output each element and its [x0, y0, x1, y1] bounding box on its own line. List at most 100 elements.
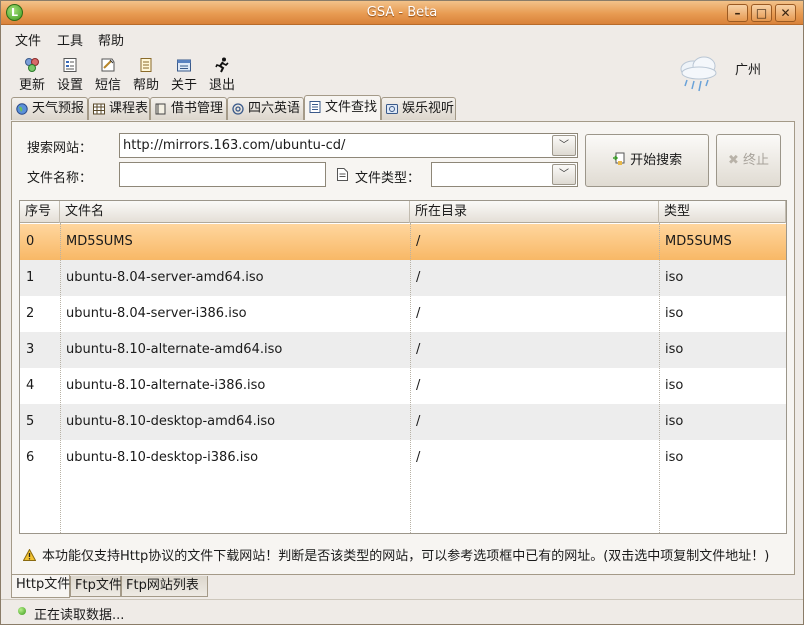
table-row[interactable]: 5 ubuntu-8.10-desktop-amd64.iso / iso: [20, 404, 786, 440]
city-name: 广州: [735, 63, 762, 78]
cell-type: iso: [665, 306, 684, 321]
update-button[interactable]: 更新: [14, 57, 50, 97]
tab-schedule[interactable]: 课程表: [88, 97, 150, 120]
cell-filename: ubuntu-8.10-desktop-amd64.iso: [66, 414, 276, 429]
settings-icon: [63, 58, 77, 72]
type-label: 文件类型：: [355, 171, 421, 186]
cell-filename: ubuntu-8.10-alternate-i386.iso: [66, 378, 266, 393]
tab-file-search[interactable]: 文件查找: [304, 95, 381, 120]
warning-icon: [23, 549, 36, 561]
document-list-icon: [309, 101, 321, 113]
cell-index: 6: [26, 450, 35, 465]
header-directory[interactable]: 所在目录: [410, 201, 659, 223]
tab-ftp-files[interactable]: Ftp文件: [70, 576, 122, 597]
tab-http-files[interactable]: Http文件: [11, 575, 70, 598]
stop-x-icon: ✖: [727, 153, 739, 168]
table-header: 序号 文件名 所在目录 类型: [20, 201, 786, 223]
menu-tools[interactable]: 工具: [57, 30, 83, 49]
cell-filename: MD5SUMS: [66, 234, 133, 249]
rain-cloud-icon: [680, 56, 717, 92]
cell-directory: /: [416, 270, 421, 285]
notice-text: 本功能仅支持Http协议的文件下载网站！判断是否该类型的网站，可以参考选项框中已…: [42, 549, 770, 564]
tab-cet-label: 四六英语: [248, 101, 301, 116]
stop-label: 终止: [743, 153, 770, 168]
cell-index: 5: [26, 414, 35, 429]
name-label: 文件名称：: [27, 171, 93, 186]
maximize-button[interactable]: □: [751, 4, 772, 22]
sms-icon: [101, 58, 115, 72]
cell-directory: /: [416, 450, 421, 465]
cell-directory: /: [416, 306, 421, 321]
at-icon: [232, 103, 244, 115]
table-row[interactable]: 2 ubuntu-8.04-server-i386.iso / iso: [20, 296, 786, 332]
exit-label: 退出: [208, 78, 235, 93]
cell-filename: ubuntu-8.10-alternate-amd64.iso: [66, 342, 283, 357]
title-bar[interactable]: L GSA - Beta – □ ✕: [1, 1, 803, 25]
cell-type: iso: [665, 342, 684, 357]
table-row[interactable]: 6 ubuntu-8.10-desktop-i386.iso / iso: [20, 440, 786, 476]
file-type-icon: [337, 168, 348, 181]
results-table: 序号 文件名 所在目录 类型 0 MD5SUMS / MD5SUMS 1 ubu…: [19, 200, 787, 534]
table-row[interactable]: 0 MD5SUMS / MD5SUMS: [20, 224, 786, 260]
cell-type: iso: [665, 378, 684, 393]
column-divider: [659, 223, 660, 533]
help-button[interactable]: 帮助: [128, 57, 164, 97]
start-search-button[interactable]: 开始搜索: [585, 134, 709, 187]
cell-index: 0: [26, 234, 35, 249]
column-divider: [60, 223, 61, 533]
cell-filename: ubuntu-8.04-server-amd64.iso: [66, 270, 264, 285]
start-search-label: 开始搜索: [630, 153, 683, 168]
minimize-button[interactable]: –: [727, 4, 748, 22]
cell-type: iso: [665, 450, 684, 465]
main-tabs: 天气预报 课程表 借书管理 四六英语 文件查找 娱乐视听: [11, 95, 791, 121]
table-row[interactable]: 3 ubuntu-8.10-alternate-amd64.iso / iso: [20, 332, 786, 368]
cell-directory: /: [416, 414, 421, 429]
tab-entertainment[interactable]: 娱乐视听: [381, 97, 456, 120]
column-divider: [410, 223, 411, 533]
tab-weather[interactable]: 天气预报: [11, 97, 88, 120]
site-combobox[interactable]: http://mirrors.163.com/ubuntu-cd/: [119, 133, 578, 158]
file-name-input[interactable]: [119, 162, 326, 187]
info-notice: 本功能仅支持Http协议的文件下载网站！判断是否该类型的网站，可以参考选项框中已…: [23, 545, 769, 564]
site-dropdown-chevron-icon[interactable]: ﹀: [552, 135, 576, 156]
table-row[interactable]: 4 ubuntu-8.10-alternate-i386.iso / iso: [20, 368, 786, 404]
status-text: 正在读取数据...: [34, 608, 125, 623]
cell-index: 4: [26, 378, 35, 393]
table-row[interactable]: 1 ubuntu-8.04-server-amd64.iso / iso: [20, 260, 786, 296]
window-title: GSA - Beta: [366, 5, 438, 20]
cell-type: iso: [665, 270, 684, 285]
header-index[interactable]: 序号: [20, 201, 60, 223]
exit-button[interactable]: 退出: [204, 57, 240, 97]
cell-type: iso: [665, 414, 684, 429]
type-dropdown-chevron-icon[interactable]: ﹀: [552, 164, 576, 185]
menu-bar: 文件 工具 帮助: [1, 26, 803, 50]
tab-entertainment-label: 娱乐视听: [402, 101, 455, 116]
cell-directory: /: [416, 378, 421, 393]
globe-icon: [16, 103, 28, 115]
cell-index: 3: [26, 342, 35, 357]
search-file-icon: [612, 152, 625, 165]
close-button[interactable]: ✕: [775, 4, 796, 22]
header-type[interactable]: 类型: [659, 201, 786, 223]
cell-index: 1: [26, 270, 35, 285]
status-indicator-icon: [18, 607, 26, 615]
tab-ftp-site-list[interactable]: Ftp网站列表: [121, 576, 208, 597]
menu-help[interactable]: 帮助: [98, 30, 124, 49]
tab-schedule-label: 课程表: [109, 101, 149, 116]
running-man-icon: [215, 57, 229, 73]
sms-button[interactable]: 短信: [90, 57, 126, 97]
tab-cet[interactable]: 四六英语: [227, 97, 304, 120]
stop-button[interactable]: ✖ 终止: [716, 134, 781, 187]
header-filename[interactable]: 文件名: [60, 201, 410, 223]
menu-file[interactable]: 文件: [15, 30, 41, 49]
site-value: http://mirrors.163.com/ubuntu-cd/: [123, 138, 346, 153]
help-icon: [140, 58, 152, 72]
cell-filename: ubuntu-8.04-server-i386.iso: [66, 306, 247, 321]
about-button[interactable]: 关于: [166, 57, 202, 97]
cell-index: 2: [26, 306, 35, 321]
settings-button[interactable]: 设置: [52, 57, 88, 97]
tab-library[interactable]: 借书管理: [150, 97, 227, 120]
tab-weather-label: 天气预报: [32, 101, 85, 116]
about-icon: [177, 59, 191, 72]
update-icon: [25, 58, 39, 72]
